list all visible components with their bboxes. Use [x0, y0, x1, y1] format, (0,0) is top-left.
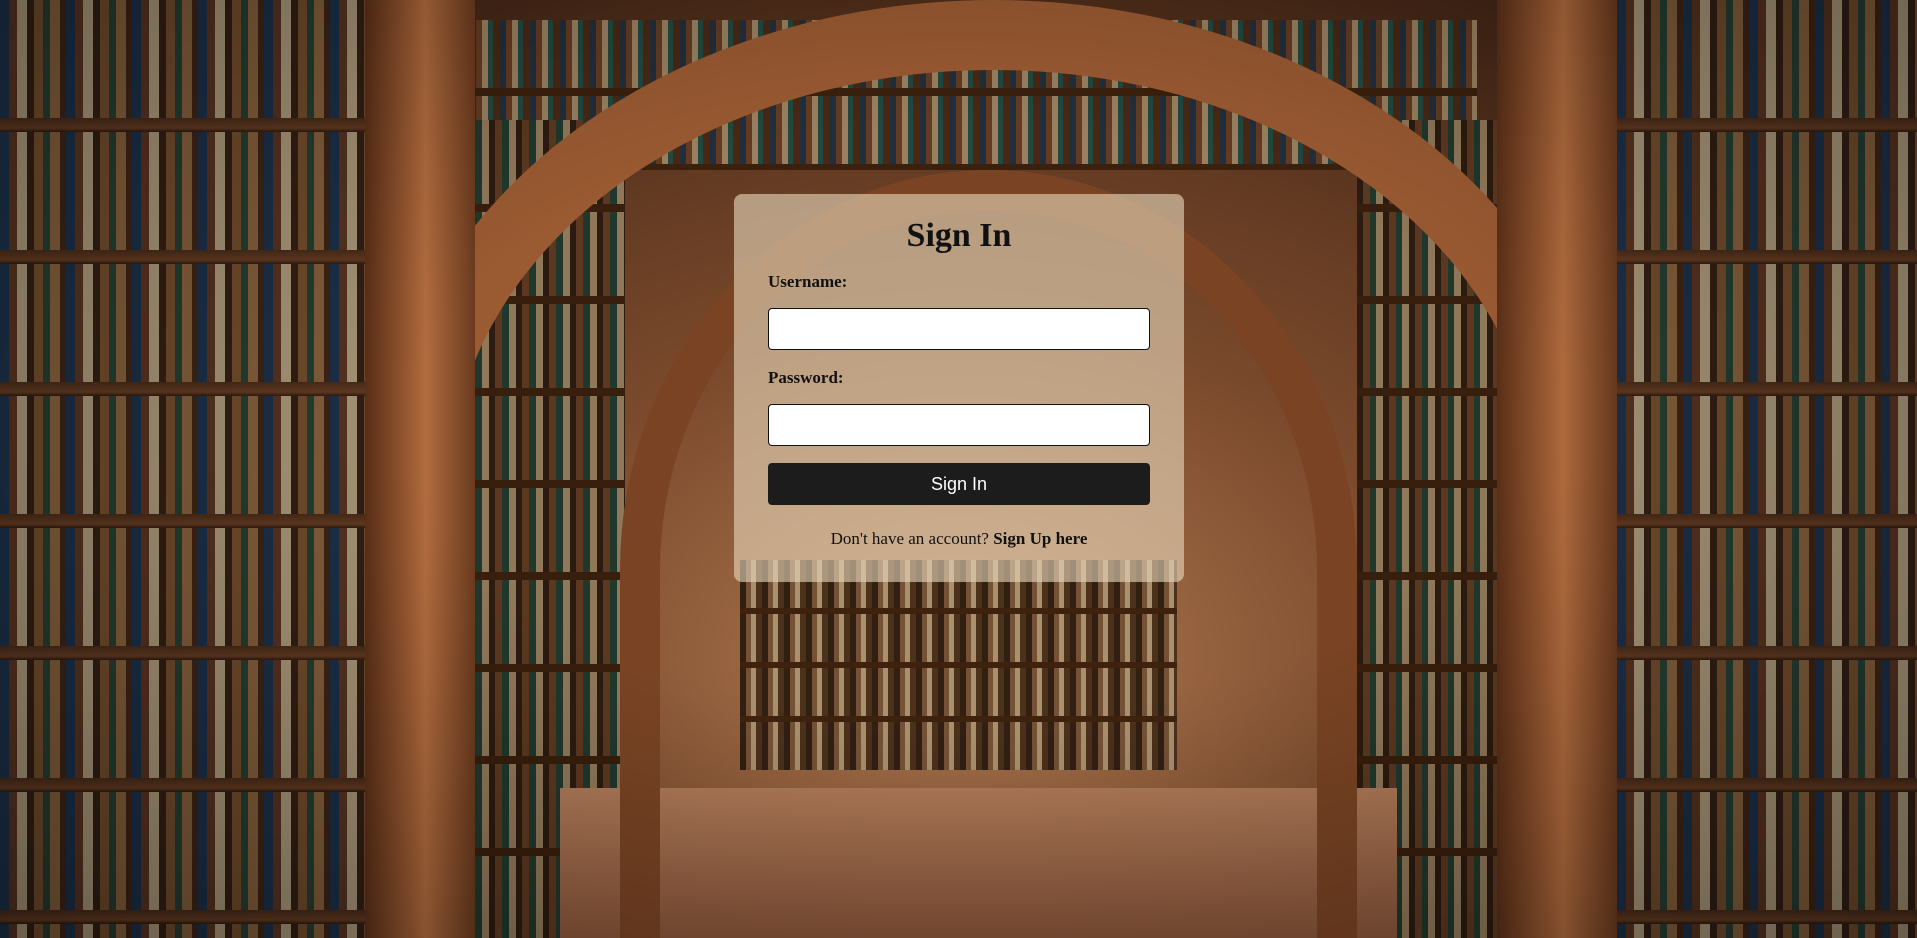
username-label: Username: — [768, 272, 848, 291]
signup-link[interactable]: Sign Up here — [993, 529, 1087, 548]
password-label: Password: — [768, 368, 844, 387]
password-input[interactable] — [768, 404, 1150, 446]
signup-prompt-line: Don't have an account? Sign Up here — [768, 529, 1150, 549]
signin-button[interactable]: Sign In — [768, 463, 1150, 505]
signin-card: Sign In Username: Password: Sign In Don'… — [734, 194, 1184, 582]
signup-prompt-text: Don't have an account? — [830, 529, 989, 548]
username-input[interactable] — [768, 308, 1150, 350]
signin-title: Sign In — [906, 217, 1012, 254]
